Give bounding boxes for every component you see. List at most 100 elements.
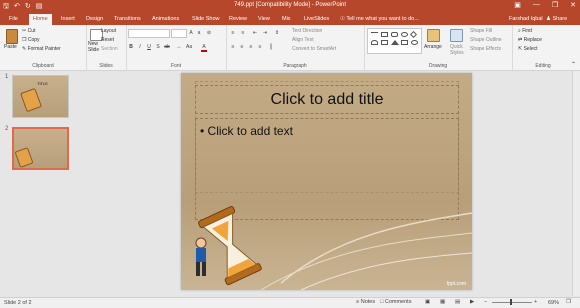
minimize-icon[interactable]: — — [533, 1, 540, 9]
decrease-indent-icon[interactable]: ⇤ — [252, 30, 258, 36]
rounded-rect-shape-icon[interactable] — [391, 32, 398, 37]
slide-sorter-icon[interactable]: ▦ — [440, 299, 445, 305]
strikethrough-icon[interactable]: ab — [164, 44, 170, 50]
align-left-icon[interactable]: ≡ — [230, 44, 236, 50]
notes-button[interactable]: ≡ Notes — [356, 299, 375, 305]
tab-file[interactable]: File — [9, 16, 18, 22]
tell-me-box[interactable]: ☉ Tell me what you want to do... — [340, 16, 419, 22]
numbering-icon[interactable]: ≡ — [240, 30, 246, 36]
slideshow-view-icon[interactable]: ▶ — [470, 299, 474, 305]
cut-label: Cut — [27, 28, 36, 34]
rectangle-shape-icon[interactable] — [381, 32, 388, 37]
user-name[interactable]: Farshad Iqbal — [509, 16, 543, 22]
reset-button[interactable]: Reset — [101, 37, 114, 43]
share-button[interactable]: ♟ Share — [546, 16, 567, 22]
shape-outline-button[interactable]: Shape Outline — [470, 37, 502, 43]
tab-liveslides[interactable]: LiveSlides — [304, 16, 329, 22]
ribbon-display-icon[interactable]: ▣ — [514, 1, 521, 9]
diamond-shape-icon[interactable] — [409, 30, 418, 39]
bold-icon[interactable]: B — [128, 44, 134, 50]
shape-effects-button[interactable]: Shape Effects — [470, 46, 501, 52]
font-label: Font — [170, 63, 181, 69]
zoom-level[interactable]: 69% — [548, 300, 559, 306]
arrow-shape-icon[interactable] — [401, 40, 408, 45]
copy-button[interactable]: ❐ Copy — [22, 37, 40, 43]
clear-formatting-icon[interactable]: ⊘ — [206, 30, 212, 36]
triangle-shape-icon[interactable] — [391, 40, 399, 45]
tab-transitions[interactable]: Transitions — [114, 16, 141, 22]
char-spacing-icon[interactable]: ↔ — [176, 44, 182, 50]
hourglass-image — [20, 87, 42, 113]
drawing-group: Arrange Quick Styles Shape Fill Shape Ou… — [364, 25, 513, 70]
reading-view-icon[interactable]: ▤ — [455, 299, 460, 305]
tab-design[interactable]: Design — [86, 16, 103, 22]
line-spacing-icon[interactable]: ⇕ — [274, 30, 280, 36]
font-size-field[interactable] — [171, 29, 187, 38]
fit-to-window-icon[interactable]: ❐ — [566, 299, 571, 305]
bullets-icon[interactable]: ≡ — [230, 30, 236, 36]
lightbulb-icon: ☉ — [340, 16, 345, 22]
columns-icon[interactable]: ║ — [268, 44, 274, 50]
shadow-icon[interactable]: S — [155, 44, 161, 50]
arc-shape-icon[interactable] — [371, 40, 378, 45]
comments-label: Comments — [384, 299, 412, 305]
zoom-out-icon[interactable]: − — [484, 299, 487, 305]
section-button[interactable]: Section — [101, 46, 118, 52]
arrange-button[interactable]: Arrange — [424, 44, 442, 50]
font-color-icon[interactable]: A — [201, 44, 207, 52]
restore-icon[interactable]: ❐ — [552, 1, 558, 9]
tab-view[interactable]: View — [258, 16, 270, 22]
convert-smartart-button[interactable]: Convert to SmartArt — [292, 46, 336, 52]
align-right-icon[interactable]: ≡ — [248, 44, 254, 50]
select-button[interactable]: ⇱ Select — [518, 46, 538, 52]
close-icon[interactable]: ✕ — [570, 1, 576, 9]
align-center-icon[interactable]: ≡ — [239, 44, 245, 50]
justify-icon[interactable]: ≡ — [257, 44, 263, 50]
share-label: Share — [552, 16, 568, 22]
tab-home[interactable]: Home — [29, 14, 52, 25]
slide-thumbnail-1[interactable]: TITLE — [12, 75, 69, 118]
line-shape-icon[interactable] — [371, 32, 378, 33]
slide-decoration — [195, 205, 472, 290]
new-slide-button-2[interactable]: Slide — [88, 47, 99, 53]
align-text-button[interactable]: Align Text — [292, 37, 314, 43]
arrange-icon[interactable] — [427, 29, 440, 42]
tab-review[interactable]: Review — [229, 16, 247, 22]
layout-button[interactable]: Layout — [101, 28, 116, 34]
zoom-slider-thumb[interactable] — [510, 299, 512, 305]
increase-indent-icon[interactable]: ⇥ — [262, 30, 268, 36]
paste-icon[interactable] — [6, 29, 18, 44]
notes-label: Notes — [360, 299, 376, 305]
collapse-ribbon-icon[interactable]: ⌃ — [571, 61, 576, 68]
italic-icon[interactable]: I — [137, 44, 143, 50]
shape-fill-button[interactable]: Shape Fill — [470, 28, 492, 34]
paste-button[interactable]: Paste — [4, 44, 17, 50]
tab-mix[interactable]: Mix — [282, 16, 291, 22]
tab-slide-show[interactable]: Slide Show — [192, 16, 220, 22]
quick-styles-icon[interactable] — [450, 29, 463, 42]
format-painter-button[interactable]: ✎ Format Painter — [22, 46, 61, 52]
zoom-slider[interactable] — [492, 302, 532, 303]
cut-button[interactable]: ✂ Cut — [22, 28, 35, 34]
tab-insert[interactable]: Insert — [61, 16, 75, 22]
comments-button[interactable]: □ Comments — [380, 299, 411, 305]
change-case-icon[interactable]: Aa — [186, 44, 192, 50]
clipboard-label: Clipboard — [32, 63, 54, 69]
vertical-scrollbar[interactable] — [572, 71, 580, 296]
decrease-font-icon[interactable]: a — [196, 30, 202, 36]
replace-button[interactable]: ⇄ Replace — [518, 37, 542, 43]
quick-styles-button-2[interactable]: Styles — [450, 50, 464, 56]
textbox-shape-icon[interactable] — [381, 40, 388, 45]
text-direction-button[interactable]: Text Direction — [292, 28, 322, 34]
slide-thumbnail-2[interactable] — [12, 127, 69, 170]
shapes-gallery[interactable] — [367, 28, 422, 54]
font-name-field[interactable] — [128, 29, 170, 38]
tab-animations[interactable]: Animations — [152, 16, 179, 22]
normal-view-icon[interactable]: ▣ — [425, 299, 430, 305]
smiley-shape-icon[interactable] — [411, 40, 418, 45]
find-button[interactable]: ⌕ Find — [518, 28, 532, 34]
zoom-in-icon[interactable]: + — [534, 299, 537, 305]
increase-font-icon[interactable]: A — [188, 30, 194, 36]
oval-shape-icon[interactable] — [401, 32, 408, 37]
underline-icon[interactable]: U — [146, 44, 152, 50]
